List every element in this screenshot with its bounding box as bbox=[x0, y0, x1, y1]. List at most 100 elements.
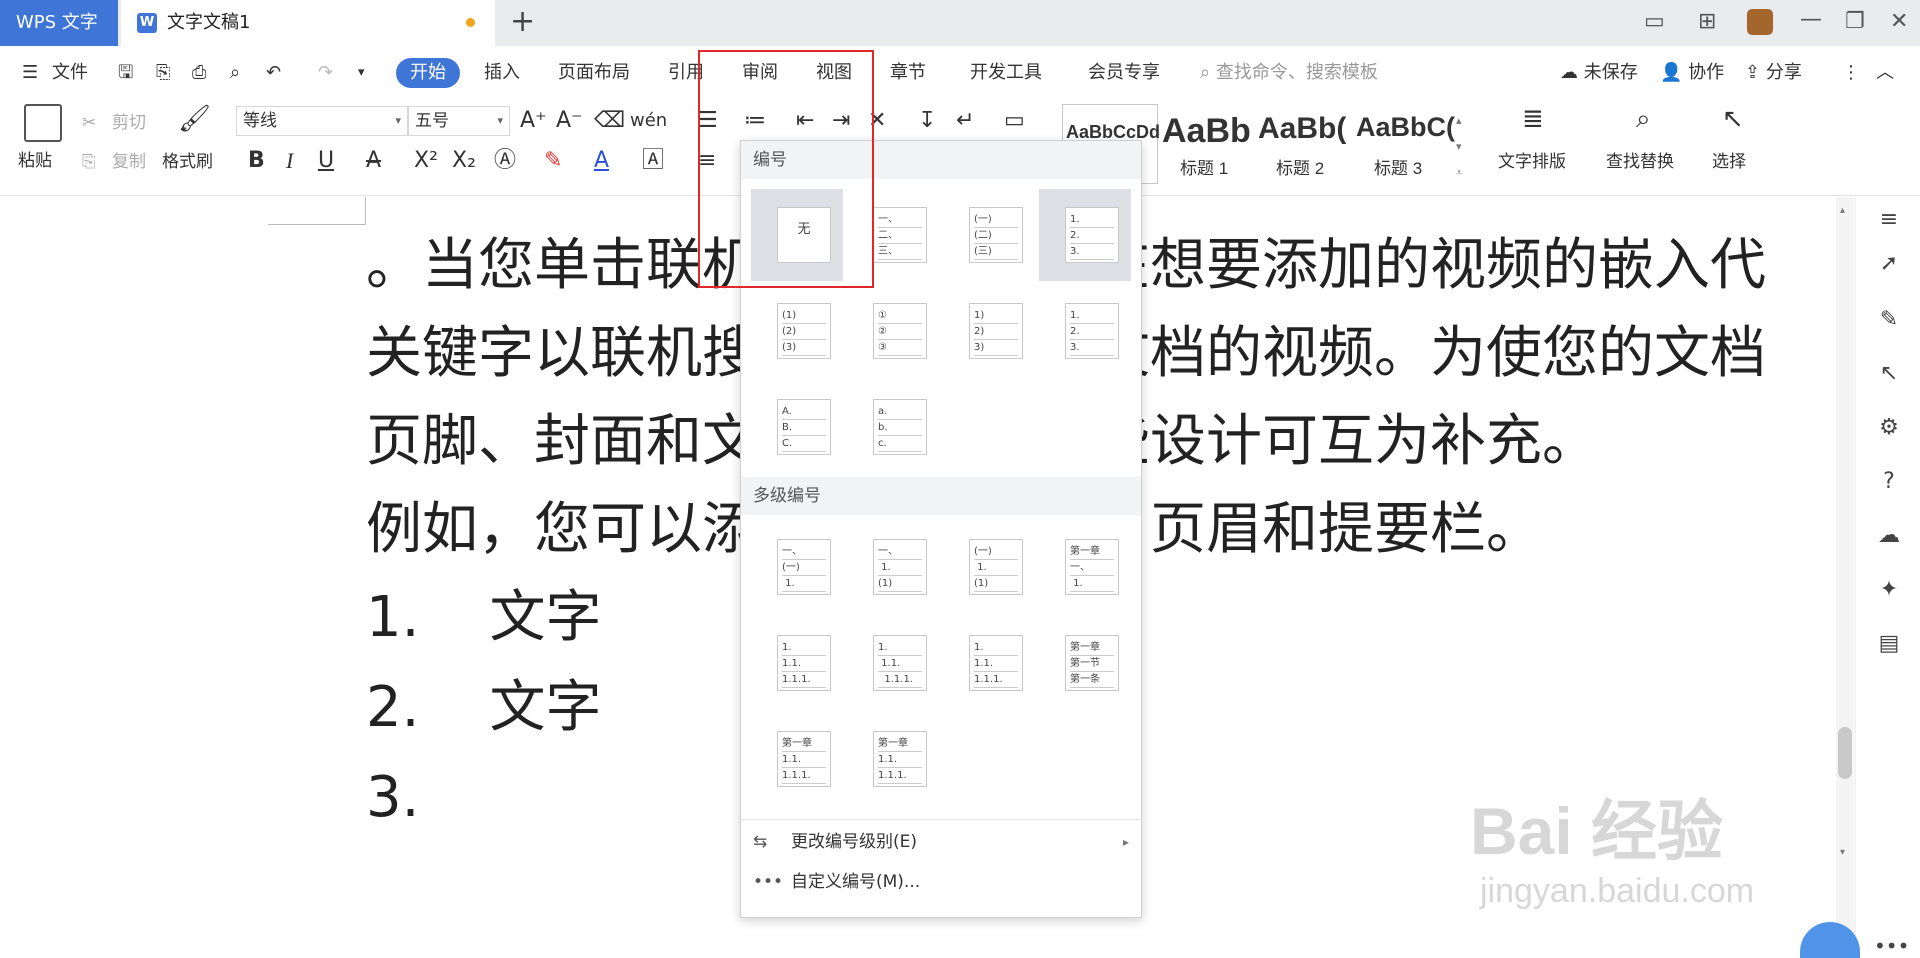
file-menu[interactable]: 文件 bbox=[52, 60, 88, 86]
print-preview-icon[interactable]: ⌕ bbox=[230, 60, 240, 86]
share-button[interactable]: ⇪ 分享 bbox=[1745, 60, 1802, 86]
numbering-style-option[interactable]: 1. 2. 3. bbox=[1039, 285, 1131, 377]
style-scroll-icon[interactable]: ▴ ▾ ⩡ bbox=[1456, 108, 1462, 186]
list-item[interactable]: 1. 文字 bbox=[366, 583, 601, 653]
help-icon[interactable]: ? bbox=[1876, 469, 1902, 495]
style-heading-2[interactable]: AaBb( 标题 2 bbox=[1258, 104, 1352, 184]
line-spacing-icon[interactable]: ↵ bbox=[956, 106, 974, 136]
new-tab-plus-icon[interactable]: + bbox=[510, 6, 535, 38]
print-icon[interactable]: ⎙ bbox=[192, 60, 206, 86]
app-tab[interactable]: WPS 文字 bbox=[0, 0, 118, 46]
shrink-font-icon[interactable]: A⁻ bbox=[556, 106, 583, 136]
multilevel-style-option[interactable]: 一、 (一) 1. bbox=[751, 521, 843, 613]
multilevel-style-option[interactable]: 一、 1. (1) bbox=[847, 521, 939, 613]
style-heading-1[interactable]: AaBb 标题 1 bbox=[1162, 104, 1254, 184]
find-replace-button[interactable]: 查找替换 bbox=[1606, 151, 1674, 173]
numbering-style-option[interactable]: (一) (二) (三) bbox=[943, 189, 1035, 281]
page-layout-icon[interactable]: ▭ bbox=[1644, 8, 1665, 36]
copy-icon[interactable]: ⎘ bbox=[82, 151, 96, 173]
clear-format-icon[interactable]: ⌫ bbox=[594, 106, 625, 136]
copy-button[interactable]: 复制 bbox=[112, 151, 146, 173]
multilevel-style-option[interactable]: 第一章 第一节 第一条 bbox=[1039, 617, 1131, 709]
export-icon[interactable]: ⎘ bbox=[156, 60, 170, 86]
redo-icon[interactable]: ↷ bbox=[318, 60, 333, 86]
multilevel-style-option[interactable]: 第一章 一、 1. bbox=[1039, 521, 1131, 613]
numbering-style-option[interactable]: ①②③ bbox=[847, 285, 939, 377]
restore-icon[interactable]: ❐ bbox=[1845, 8, 1865, 36]
numbering-style-option[interactable]: A. B. C. bbox=[751, 381, 843, 473]
numbering-style-option[interactable]: (1) (2) (3) bbox=[751, 285, 843, 377]
multilevel-style-option[interactable]: 第一章 1.1. 1.1.1. bbox=[751, 713, 843, 805]
grid-apps-icon[interactable]: ⊞ bbox=[1698, 8, 1716, 36]
strikethrough-icon[interactable]: A bbox=[366, 146, 381, 176]
tab-chapter[interactable]: 章节 bbox=[890, 60, 926, 86]
cut-icon[interactable]: ✂ bbox=[82, 112, 96, 134]
scroll-down-icon[interactable]: ▾ bbox=[1840, 847, 1845, 858]
quick-access-dropdown-icon[interactable]: ▾ bbox=[358, 60, 365, 86]
char-border-icon[interactable]: 🄰 bbox=[642, 146, 664, 176]
save-icon[interactable]: 🖫 bbox=[118, 60, 133, 86]
bold-icon[interactable]: B bbox=[248, 146, 265, 176]
change-numbering-level-item[interactable]: ⇆ 更改编号级别(E) ▸ bbox=[741, 822, 1141, 862]
format-painter-icon[interactable]: 🖌 bbox=[178, 106, 211, 132]
custom-numbering-item[interactable]: ••• 自定义编号(M)... bbox=[741, 862, 1141, 902]
paste-button[interactable]: 粘贴 bbox=[18, 150, 52, 172]
grow-font-icon[interactable]: A⁺ bbox=[520, 106, 547, 136]
numbering-style-option[interactable]: a. b. c. bbox=[847, 381, 939, 473]
collaborate-button[interactable]: 👤 协作 bbox=[1660, 60, 1724, 86]
vertical-scrollbar[interactable]: ▴ ▾ bbox=[1836, 197, 1854, 958]
collapse-ribbon-icon[interactable]: ︿ bbox=[1876, 60, 1894, 86]
subscript-icon[interactable]: X₂ bbox=[452, 146, 476, 176]
paste-icon[interactable] bbox=[24, 104, 62, 142]
highlight-icon[interactable]: ✎ bbox=[544, 146, 562, 176]
tab-member[interactable]: 会员专享 bbox=[1088, 60, 1160, 86]
font-size-select[interactable]: 五号 ▾ bbox=[408, 106, 510, 136]
text-layout-icon[interactable]: ≣ bbox=[1522, 106, 1544, 132]
tab-page-layout[interactable]: 页面布局 bbox=[558, 60, 630, 86]
numbering-style-option[interactable]: 1) 2) 3) bbox=[943, 285, 1035, 377]
text-effect-icon[interactable]: Ⓐ bbox=[494, 146, 516, 176]
font-color-icon[interactable]: A bbox=[594, 146, 609, 176]
ruler-icon[interactable]: ▭ bbox=[1004, 106, 1025, 136]
text-layout-button[interactable]: 文字排版 bbox=[1498, 151, 1566, 173]
adjust-icon[interactable]: ⚙ bbox=[1876, 415, 1902, 441]
tab-developer[interactable]: 开发工具 bbox=[970, 60, 1042, 86]
font-name-select[interactable]: 等线 ▾ bbox=[236, 106, 408, 136]
document-tab[interactable]: W 文字文稿1 bbox=[121, 0, 495, 46]
italic-icon[interactable]: I bbox=[286, 146, 293, 176]
phonetic-guide-icon[interactable]: wén bbox=[630, 106, 667, 136]
select-button[interactable]: 选择 bbox=[1712, 151, 1746, 173]
avatar[interactable] bbox=[1747, 9, 1773, 35]
multilevel-style-option[interactable]: 1. 1.1. 1.1.1. bbox=[943, 617, 1035, 709]
cursor-icon[interactable]: ↖ bbox=[1876, 361, 1902, 387]
underline-icon[interactable]: U bbox=[318, 146, 334, 176]
list-item[interactable]: 3. bbox=[366, 763, 419, 833]
book-icon[interactable]: ▤ bbox=[1876, 631, 1902, 657]
multilevel-style-option[interactable]: 第一章 1.1. 1.1.1. bbox=[847, 713, 939, 805]
close-icon[interactable]: ✕ bbox=[1890, 8, 1908, 36]
rocket-icon[interactable]: ➚ bbox=[1876, 251, 1902, 277]
multilevel-style-option[interactable]: (一) 1. (1) bbox=[943, 521, 1035, 613]
cloud-icon[interactable]: ☁ bbox=[1876, 523, 1902, 549]
cut-button[interactable]: 剪切 bbox=[112, 112, 146, 134]
command-search[interactable]: ⌕ 查找命令、搜索模板 bbox=[1200, 60, 1378, 86]
multilevel-style-option[interactable]: 1. 1.1. 1.1.1. bbox=[751, 617, 843, 709]
select-cursor-icon[interactable]: ↖ bbox=[1722, 106, 1744, 132]
multilevel-style-option[interactable]: 1. 1.1. 1.1.1. bbox=[847, 617, 939, 709]
tab-home[interactable]: 开始 bbox=[396, 58, 460, 88]
sidebar-expand-icon[interactable]: ≡ bbox=[1876, 207, 1902, 233]
scroll-thumb[interactable] bbox=[1838, 727, 1852, 779]
numbering-style-option[interactable]: 1. 2. 3. bbox=[1039, 189, 1131, 281]
cloud-unsaved-button[interactable]: ☁ 未保存 bbox=[1560, 60, 1638, 86]
style-heading-3[interactable]: AaBbC( 标题 3 bbox=[1356, 104, 1455, 184]
find-replace-icon[interactable]: ⌕ bbox=[1636, 106, 1651, 132]
list-item[interactable]: 2. 文字 bbox=[366, 673, 601, 743]
hamburger-icon[interactable]: ☰ bbox=[22, 60, 38, 86]
more-icon[interactable]: ⋮ bbox=[1842, 60, 1860, 86]
tab-insert[interactable]: 插入 bbox=[484, 60, 520, 86]
sort-icon[interactable]: ↧ bbox=[918, 106, 936, 136]
superscript-icon[interactable]: X² bbox=[414, 146, 438, 176]
format-painter-button[interactable]: 格式刷 bbox=[162, 151, 213, 173]
scroll-up-icon[interactable]: ▴ bbox=[1840, 205, 1845, 216]
minimize-icon[interactable]: — bbox=[1800, 6, 1822, 34]
